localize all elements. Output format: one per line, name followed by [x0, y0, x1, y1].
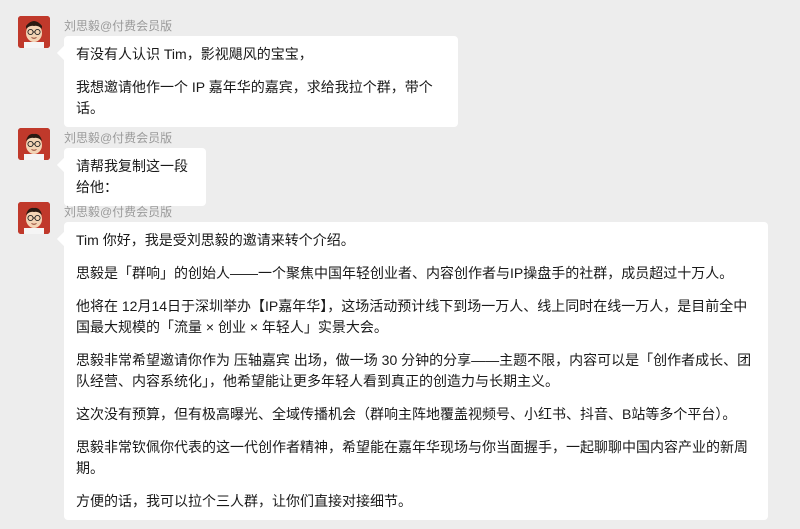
avatar[interactable]: [18, 128, 50, 160]
message-text: 这次没有预算，但有极高曝光、全域传播机会（群响主阵地覆盖视频号、小红书、抖音、B…: [76, 406, 737, 422]
sender-name: 刘思毅@付费会员版: [64, 19, 173, 33]
message-text: 我想邀请他作一个 IP 嘉年华的嘉宾，求给我拉个群，带个话。: [76, 79, 433, 116]
message-text: Tim 你好，我是受刘思毅的邀请来转个介绍。: [76, 232, 355, 248]
chat-thread: 刘思毅@付费会员版 有没有人认识 Tim，影视飓风的宝宝， 我想邀请他作一个 I…: [0, 0, 800, 529]
avatar[interactable]: [18, 202, 50, 234]
sender-name: 刘思毅@付费会员版: [64, 205, 173, 219]
message-bubble[interactable]: 有没有人认识 Tim，影视飓风的宝宝， 我想邀请他作一个 IP 嘉年华的嘉宾，求…: [64, 36, 458, 127]
message-text: 有没有人认识 Tim，影视飓风的宝宝，: [76, 46, 313, 62]
message-bubble[interactable]: 请帮我复制这一段给他：: [64, 148, 206, 206]
message-text: 请帮我复制这一段给他：: [76, 158, 188, 195]
message-text: 他将在 12月14日于深圳举办【IP嘉年华】，这场活动预计线下到场一万人、线上同…: [76, 298, 748, 335]
message-bubble[interactable]: Tim 你好，我是受刘思毅的邀请来转个介绍。 思毅是「群响」的创始人——一个聚焦…: [64, 222, 768, 520]
message-text: 思毅是「群响」的创始人——一个聚焦中国年轻创业者、内容创作者与IP操盘手的社群，…: [76, 265, 734, 281]
message-text: 思毅非常钦佩你代表的这一代创作者精神，希望能在嘉年华现场与你当面握手，一起聊聊中…: [76, 439, 748, 476]
sender-name: 刘思毅@付费会员版: [64, 131, 173, 145]
message-text: 方便的话，我可以拉个三人群，让你们直接对接细节。: [76, 493, 412, 509]
avatar[interactable]: [18, 16, 50, 48]
message-text: 思毅非常希望邀请你作为 压轴嘉宾 出场，做一场 30 分钟的分享——主题不限，内…: [76, 352, 752, 389]
